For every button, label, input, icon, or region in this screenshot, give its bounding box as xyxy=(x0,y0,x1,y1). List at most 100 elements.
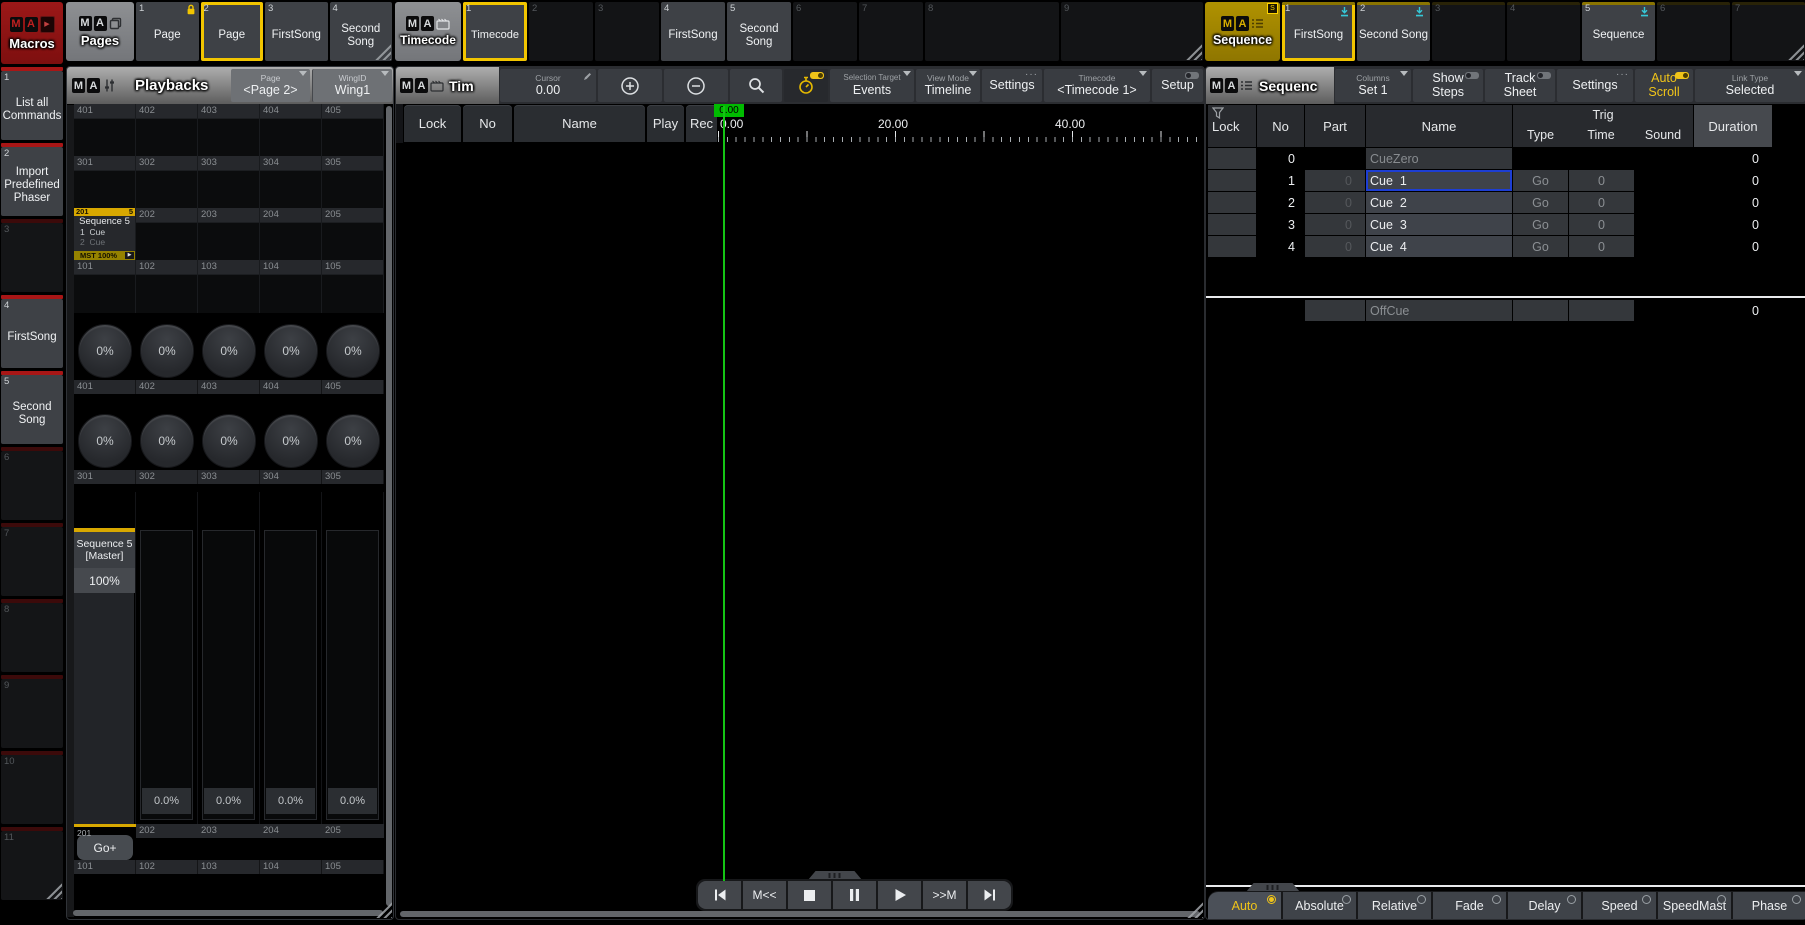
playback-slot-105[interactable]: 105 xyxy=(322,260,384,313)
stopwatch-button[interactable] xyxy=(784,69,828,102)
cell-name[interactable]: Cue 2 xyxy=(1366,192,1512,213)
zoom-in-button[interactable] xyxy=(598,69,662,102)
sequence-sheet-titlebar[interactable]: MA Sequenc xyxy=(1206,67,1334,104)
header-sound[interactable]: Sound xyxy=(1634,128,1692,142)
playback-slot-305[interactable]: 305 xyxy=(322,156,384,209)
playback-slot-202[interactable]: 202 xyxy=(136,208,198,261)
sequence-tile-2[interactable]: 2Second Song xyxy=(1357,2,1430,61)
selection-target-dropdown[interactable]: Selection Target Events xyxy=(830,69,914,102)
header-time[interactable]: Time xyxy=(1568,128,1634,142)
playback-slot-104[interactable]: 104 xyxy=(260,260,322,313)
cell-lock[interactable] xyxy=(1208,170,1256,191)
cell-type[interactable]: Go xyxy=(1513,170,1568,191)
resize-handle-icon[interactable] xyxy=(45,882,62,899)
fader-204[interactable]: 0.0% xyxy=(260,492,322,824)
settings-button[interactable]: ··· Settings xyxy=(1557,69,1633,102)
encoder-absolute-button[interactable]: Absolute xyxy=(1283,892,1356,919)
timecode-pool-title[interactable]: MA Timecode xyxy=(395,2,461,61)
link-type-dropdown[interactable]: Link Type Selected xyxy=(1695,69,1805,102)
timecode-tile-2[interactable]: 2 xyxy=(529,2,593,61)
playback-slot-301[interactable]: 301 xyxy=(74,156,136,209)
setup-toggle-button[interactable]: Setup xyxy=(1152,69,1203,102)
playback-slot-401[interactable]: 401 xyxy=(74,104,136,157)
page-tile-1[interactable]: 1 Page xyxy=(136,2,199,61)
cell-time[interactable]: 0 xyxy=(1569,192,1634,213)
encoder-fade-button[interactable]: Fade xyxy=(1433,892,1506,919)
timeline-ruler[interactable]: 0.00 0.00 20.00 40.00 xyxy=(718,104,1204,143)
cell-sound[interactable] xyxy=(1635,236,1693,257)
cell-time[interactable] xyxy=(1569,300,1634,321)
cell-sound[interactable] xyxy=(1635,300,1693,321)
cell-name[interactable]: Cue 4 xyxy=(1366,236,1512,257)
macro-tile-11[interactable]: 11 xyxy=(1,827,63,900)
encoder-speedmaster-button[interactable]: SpeedMast xyxy=(1658,892,1731,919)
cell-lock[interactable] xyxy=(1208,192,1256,213)
playback-slot-403[interactable]: 403 xyxy=(198,104,260,157)
macro-tile-4[interactable]: 4FirstSong xyxy=(1,295,63,368)
cell-name[interactable]: OffCue xyxy=(1366,300,1512,321)
fader-203[interactable]: 0.0% xyxy=(198,492,260,824)
macro-tile-9[interactable]: 9 xyxy=(1,675,63,748)
playback-slot-402[interactable]: 402 xyxy=(136,104,198,157)
macro-tile-7[interactable]: 7 xyxy=(1,523,63,596)
cell-type[interactable] xyxy=(1513,148,1568,169)
encoder-speed-button[interactable]: Speed xyxy=(1583,892,1656,919)
pages-pool-title[interactable]: MA Pages xyxy=(66,2,134,61)
skip-to-start-button[interactable] xyxy=(698,881,741,909)
resize-handle-icon[interactable] xyxy=(1787,43,1804,60)
cell-type[interactable] xyxy=(1513,300,1568,321)
cell-lock[interactable] xyxy=(1208,148,1256,169)
macro-tile-1[interactable]: 1List all Commands xyxy=(1,67,63,140)
sequence-tile-1[interactable]: 1FirstSong xyxy=(1282,2,1355,61)
playback-slot-205[interactable]: 205 xyxy=(322,208,384,261)
cell-duration[interactable]: 0 xyxy=(1694,148,1772,169)
cell-part[interactable]: 0 xyxy=(1305,192,1365,213)
column-play[interactable]: Play xyxy=(647,105,684,142)
playbacks-titlebar[interactable]: MA Playbacks Page <Page 2> WingID Wing1 xyxy=(67,67,393,104)
cell-time[interactable] xyxy=(1569,148,1634,169)
sequence-tile-5[interactable]: 5Sequence xyxy=(1582,2,1655,61)
marker-rewind-button[interactable]: M<< xyxy=(743,881,786,909)
cell-type[interactable]: Go xyxy=(1513,236,1568,257)
page-tile-2[interactable]: 2 Page xyxy=(201,2,264,61)
column-no[interactable]: No xyxy=(463,105,512,142)
marker-forward-button[interactable]: >>M xyxy=(923,881,966,909)
macro-tile-6[interactable]: 6 xyxy=(1,447,63,520)
macro-tile-3[interactable]: 3 xyxy=(1,219,63,292)
cell-sound[interactable] xyxy=(1635,170,1693,191)
playback-slot-204[interactable]: 204 xyxy=(260,208,322,261)
fader-202[interactable]: 0.0% xyxy=(136,492,198,824)
timeline-body[interactable] xyxy=(397,144,1203,905)
playback-slot-404[interactable]: 404 xyxy=(260,104,322,157)
timecode-titlebar[interactable]: MA Tim xyxy=(396,67,499,104)
page-filter-dropdown[interactable]: Page <Page 2> xyxy=(231,69,310,102)
cell-time[interactable]: 0 xyxy=(1569,214,1634,235)
fader-205[interactable]: 0.0% xyxy=(322,492,384,824)
encoder-relative-button[interactable]: Relative xyxy=(1358,892,1431,919)
knob-405[interactable]: 0% xyxy=(326,324,380,378)
playback-slot-302[interactable]: 302 xyxy=(136,156,198,209)
cell-duration[interactable]: 0 xyxy=(1694,192,1772,213)
cell-name[interactable]: Cue 3 xyxy=(1366,214,1512,235)
header-trig-group[interactable]: Trig Type Time Sound xyxy=(1513,105,1693,147)
playback-slot-103[interactable]: 103 xyxy=(198,260,260,313)
zoom-out-button[interactable] xyxy=(664,69,728,102)
timecode-tile-7[interactable]: 7 xyxy=(859,2,923,61)
sequence-tile-6[interactable]: 6 xyxy=(1657,2,1730,61)
encoder-auto-button[interactable]: Auto xyxy=(1208,892,1281,919)
macro-tile-8[interactable]: 8 xyxy=(1,599,63,672)
timecode-select-dropdown[interactable]: Timecode <Timecode 1> xyxy=(1044,69,1150,102)
cell-time[interactable]: 0 xyxy=(1569,236,1634,257)
playback-slot-101[interactable]: 101 xyxy=(74,260,136,313)
view-mode-dropdown[interactable]: View Mode Timeline xyxy=(916,69,980,102)
knob-302[interactable]: 0% xyxy=(140,414,194,468)
header-type[interactable]: Type xyxy=(1513,128,1568,142)
knob-303[interactable]: 0% xyxy=(202,414,256,468)
timeline-cursor-line[interactable] xyxy=(723,106,725,881)
knob-301[interactable]: 0% xyxy=(78,414,132,468)
timecode-tile-6[interactable]: 6 xyxy=(793,2,857,61)
stop-button[interactable] xyxy=(788,881,831,909)
horizontal-scrollbar[interactable] xyxy=(73,910,383,916)
cell-part[interactable] xyxy=(1305,148,1365,169)
cell-type[interactable]: Go xyxy=(1513,192,1568,213)
